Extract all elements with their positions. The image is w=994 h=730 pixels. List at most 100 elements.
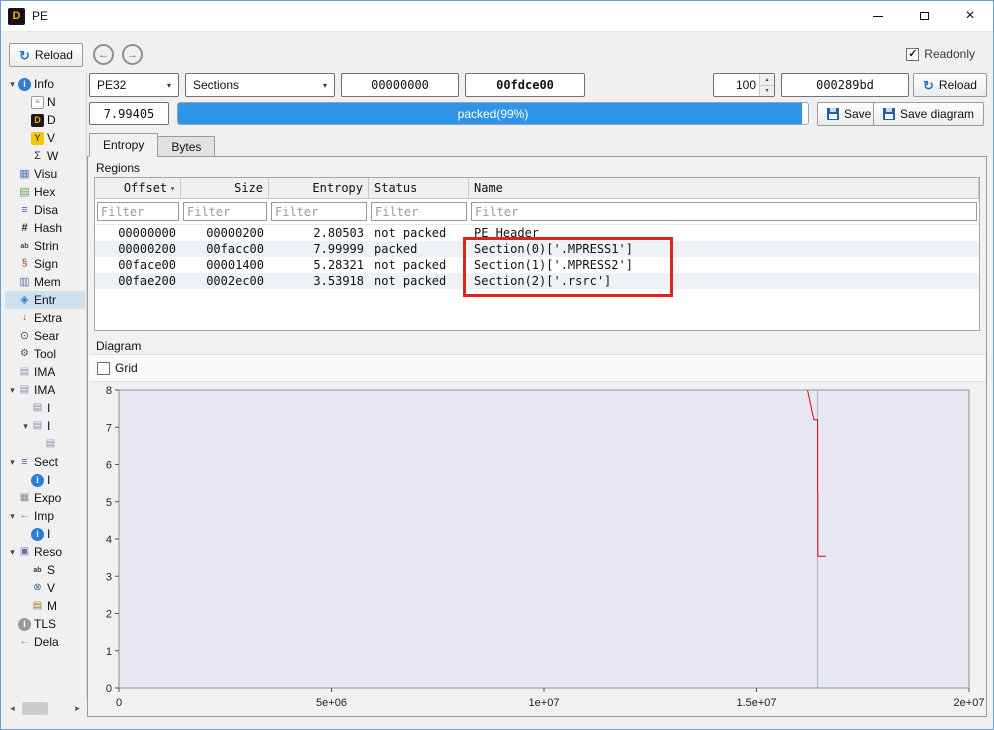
sidebar-item-info[interactable]: ▾iInfo bbox=[5, 75, 85, 93]
version-icon: ⊗ bbox=[31, 582, 44, 595]
scroll-left-icon[interactable]: ◂ bbox=[5, 701, 20, 716]
sidebar-item-d[interactable]: DD bbox=[5, 111, 85, 129]
sidebar-item-reso[interactable]: ▾▣Reso bbox=[5, 543, 85, 561]
region-row-3[interactable]: 00fae2000002ec003.53918not packedSection… bbox=[95, 273, 979, 289]
sidebar-item-dela[interactable]: ←Dela bbox=[5, 633, 85, 651]
sidebar-item-m[interactable]: ▤M bbox=[5, 597, 85, 615]
size-input[interactable] bbox=[465, 73, 585, 97]
offset-input[interactable] bbox=[341, 73, 459, 97]
sidebar-item-imp[interactable]: ▾←Imp bbox=[5, 507, 85, 525]
tab-bytes[interactable]: Bytes bbox=[157, 136, 215, 157]
scrollbar-thumb[interactable] bbox=[22, 702, 48, 715]
filter-name-input[interactable] bbox=[471, 202, 977, 221]
close-button[interactable]: × bbox=[947, 1, 993, 31]
sidebar-item-disa[interactable]: ≡Disa bbox=[5, 201, 85, 219]
entropy-value-input[interactable] bbox=[89, 102, 169, 125]
hash-icon: # bbox=[18, 222, 31, 235]
sidebar-item-label: Sign bbox=[34, 257, 58, 271]
region-cell-size: 00001400 bbox=[181, 258, 269, 272]
expand-arrow-icon[interactable]: ▾ bbox=[7, 385, 18, 396]
forward-button[interactable]: → bbox=[122, 44, 143, 65]
sidebar-item-strin[interactable]: abStrin bbox=[5, 237, 85, 255]
sidebar-item-v[interactable]: YV bbox=[5, 129, 85, 147]
save-diagram-button[interactable]: Save diagram bbox=[873, 102, 984, 126]
sidebar-item-i[interactable]: iI bbox=[5, 471, 85, 489]
save-button[interactable]: Save bbox=[817, 102, 881, 126]
sidebar-item-sect[interactable]: ▾≡Sect bbox=[5, 453, 85, 471]
filter-offset-input[interactable] bbox=[97, 202, 179, 221]
reload-button[interactable]: ↻ Reload bbox=[9, 43, 83, 67]
sidebar-item-entr[interactable]: ◈Entr bbox=[5, 291, 85, 309]
checksum-input[interactable] bbox=[781, 73, 909, 97]
sidebar-item-label: Extra bbox=[34, 311, 62, 325]
sidebar-item-mem[interactable]: ▥Mem bbox=[5, 273, 85, 291]
filter-row bbox=[95, 199, 979, 225]
sidebar-item-hex[interactable]: ▤Hex bbox=[5, 183, 85, 201]
column-header-entropy[interactable]: Entropy bbox=[269, 178, 369, 198]
file-type-combo[interactable]: PE32 ▾ bbox=[89, 73, 179, 97]
block-count-spinbox[interactable]: ▴ ▾ bbox=[713, 73, 775, 97]
spin-down-icon[interactable]: ▾ bbox=[760, 85, 774, 97]
y-tick-label: 4 bbox=[106, 534, 112, 546]
scrollbar-track[interactable] bbox=[20, 701, 70, 716]
expand-arrow-icon[interactable]: ▾ bbox=[20, 421, 31, 432]
app-logo-icon: D bbox=[8, 8, 25, 25]
sidebar-item-s[interactable]: abS bbox=[5, 561, 85, 579]
sidebar-item-n[interactable]: ≡N bbox=[5, 93, 85, 111]
tab-entropy[interactable]: Entropy bbox=[89, 133, 158, 157]
region-cell-offset: 00fae200 bbox=[95, 274, 181, 288]
back-button[interactable]: ← bbox=[93, 44, 114, 65]
sidebar-item-label: V bbox=[47, 581, 55, 595]
column-header-status[interactable]: Status bbox=[369, 178, 469, 198]
sidebar-item-v[interactable]: ⊗V bbox=[5, 579, 85, 597]
region-row-2[interactable]: 00face00000014005.28321not packedSection… bbox=[95, 257, 979, 273]
filter-status-input[interactable] bbox=[371, 202, 467, 221]
regions-table: Offset ▾ Size Entropy Status Name 000000… bbox=[94, 177, 980, 331]
maximize-icon bbox=[920, 12, 929, 20]
sidebar-item-label: I bbox=[47, 401, 50, 415]
sidebar-item-label: Disa bbox=[34, 203, 58, 217]
sidebar-item-idx20[interactable]: ▤ bbox=[5, 435, 85, 453]
sidebar-item-w[interactable]: ΣW bbox=[5, 147, 85, 165]
filter-entropy-input[interactable] bbox=[271, 202, 367, 221]
sidebar-item-i[interactable]: ▤I bbox=[5, 399, 85, 417]
column-header-name[interactable]: Name bbox=[469, 178, 979, 198]
sidebar-item-sear[interactable]: ⊙Sear bbox=[5, 327, 85, 345]
sidebar-item-expo[interactable]: ▦Expo bbox=[5, 489, 85, 507]
maximize-button[interactable] bbox=[901, 1, 947, 31]
column-header-size[interactable]: Size bbox=[181, 178, 269, 198]
sidebar-item-extra[interactable]: ↓Extra bbox=[5, 309, 85, 327]
view-mode-combo[interactable]: Sections ▾ bbox=[185, 73, 335, 97]
plot-area bbox=[119, 390, 969, 688]
region-cell-status: not packed bbox=[369, 274, 469, 288]
filter-size-input[interactable] bbox=[183, 202, 267, 221]
expand-arrow-icon[interactable]: ▾ bbox=[7, 457, 18, 468]
sidebar-hscrollbar[interactable]: ◂ ▸ bbox=[5, 700, 85, 716]
region-row-0[interactable]: 00000000000002002.80503not packedPE Head… bbox=[95, 225, 979, 241]
resources-icon: ▣ bbox=[18, 546, 31, 559]
block-count-input[interactable] bbox=[714, 74, 759, 96]
minimize-button[interactable] bbox=[855, 1, 901, 31]
region-row-1[interactable]: 0000020000facc007.99999packedSection(0)[… bbox=[95, 241, 979, 257]
sidebar-item-i[interactable]: iI bbox=[5, 525, 85, 543]
spin-up-icon[interactable]: ▴ bbox=[760, 74, 774, 85]
sidebar-item-ima[interactable]: ▾▤IMA bbox=[5, 381, 85, 399]
expand-arrow-icon[interactable]: ▾ bbox=[7, 547, 18, 558]
readonly-checkbox[interactable] bbox=[906, 48, 919, 61]
expand-arrow-icon[interactable]: ▾ bbox=[7, 511, 18, 522]
sidebar-item-tls[interactable]: iTLS bbox=[5, 615, 85, 633]
grid-checkbox[interactable] bbox=[97, 362, 110, 375]
minimize-icon bbox=[873, 16, 883, 17]
column-header-offset[interactable]: Offset ▾ bbox=[95, 178, 181, 198]
sidebar-item-tool[interactable]: ⚙Tool bbox=[5, 345, 85, 363]
sidebar-item-ima[interactable]: ▤IMA bbox=[5, 363, 85, 381]
sidebar-item-sign[interactable]: §Sign bbox=[5, 255, 85, 273]
sidebar-item-i[interactable]: ▾▤I bbox=[5, 417, 85, 435]
region-cell-name: Section(2)['.rsrc'] bbox=[469, 274, 979, 288]
header-icon: ▤ bbox=[31, 402, 44, 415]
sidebar-item-visu[interactable]: ▦Visu bbox=[5, 165, 85, 183]
scroll-right-icon[interactable]: ▸ bbox=[70, 701, 85, 716]
reload-data-button[interactable]: ↻ Reload bbox=[913, 73, 987, 97]
sidebar-item-hash[interactable]: #Hash bbox=[5, 219, 85, 237]
expand-arrow-icon[interactable]: ▾ bbox=[7, 79, 18, 90]
